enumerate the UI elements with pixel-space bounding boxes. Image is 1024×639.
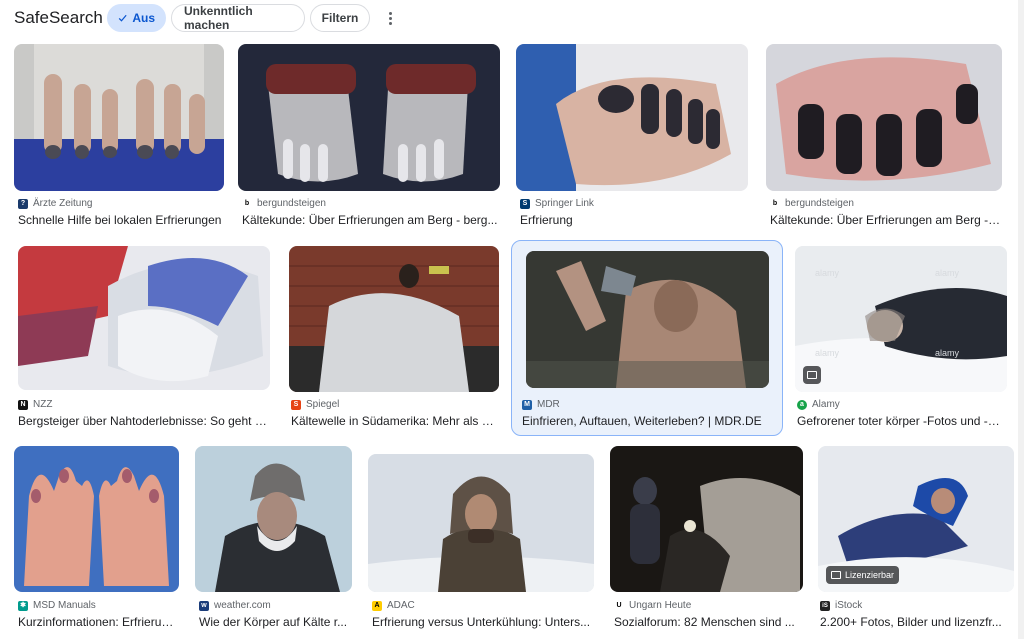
safesearch-title: SafeSearch <box>14 8 103 27</box>
result-thumbnail[interactable] <box>610 446 803 592</box>
image-icon <box>807 371 817 379</box>
image-result[interactable]: A ADAC Erfrierung versus Unterkühlung: U… <box>368 444 598 634</box>
favicon-icon: ? <box>18 198 28 209</box>
favicon-icon: N <box>18 399 28 410</box>
favicon-icon: U <box>614 600 624 611</box>
result-source[interactable]: M MDR <box>522 399 560 410</box>
result-thumbnail[interactable] <box>368 454 594 592</box>
result-title[interactable]: Kältekunde: Über Erfrierungen am Berg - … <box>242 213 498 227</box>
favicon-icon: iS <box>820 600 830 611</box>
favicon-icon: A <box>372 600 382 611</box>
result-thumbnail[interactable] <box>238 44 500 191</box>
result-thumbnail[interactable] <box>18 246 270 390</box>
result-source[interactable]: w weather.com <box>199 600 271 611</box>
svg-text:alamy: alamy <box>935 348 960 358</box>
scrollbar[interactable] <box>1018 0 1024 639</box>
image-result[interactable]: ? Ärzte Zeitung Schnelle Hilfe bei lokal… <box>14 44 228 234</box>
result-thumbnail[interactable] <box>526 251 769 388</box>
result-thumbnail[interactable] <box>516 44 748 191</box>
result-title[interactable]: Kältewelle in Südamerika: Mehr als h... <box>291 414 497 428</box>
favicon-icon: S <box>291 399 301 410</box>
safesearch-off-label: Aus <box>132 11 155 25</box>
favicon-icon: w <box>199 600 209 611</box>
source-name: iStock <box>835 600 863 611</box>
result-thumbnail[interactable] <box>766 44 1002 191</box>
image-result-selected[interactable]: M MDR Einfrieren, Auftauen, Weiterleben?… <box>511 240 783 436</box>
svg-text:alamy: alamy <box>815 348 840 358</box>
image-result[interactable]: alamy alamy alamy alamy a Alamy Gefrorener … <box>793 244 1009 434</box>
result-title[interactable]: Gefrorener toter körper -Fotos und -Bil.… <box>797 414 1005 428</box>
image-result[interactable]: b bergundsteigen Kältekunde: Über Erfrie… <box>238 44 502 234</box>
license-badge-label: Lizenzierbar <box>845 570 895 580</box>
source-name: weather.com <box>214 600 271 611</box>
svg-text:alamy: alamy <box>935 268 960 278</box>
result-source[interactable]: iS iStock <box>820 600 862 611</box>
source-name: Ungarn Heute <box>629 600 692 611</box>
result-title[interactable]: Kältekunde: Über Erfrierungen am Berg - … <box>770 213 1002 227</box>
filter-label: Filtern <box>321 11 359 25</box>
source-name: NZZ <box>33 399 53 410</box>
result-source[interactable]: ✱ MSD Manuals <box>18 600 96 611</box>
result-thumbnail[interactable] <box>14 44 224 191</box>
result-thumbnail[interactable]: Lizenzierbar <box>818 446 1014 592</box>
favicon-icon: a <box>797 399 807 410</box>
result-source[interactable]: S Springer Link <box>520 198 594 209</box>
filter-chip[interactable]: Filtern <box>310 4 370 32</box>
favicon-icon: M <box>522 399 532 410</box>
image-result[interactable]: w weather.com Wie der Körper auf Kälte r… <box>195 444 355 634</box>
source-name: Spiegel <box>306 399 340 410</box>
result-source[interactable]: b bergundsteigen <box>242 198 326 209</box>
result-title[interactable]: Einfrieren, Auftauen, Weiterleben? | MDR… <box>522 414 776 428</box>
source-name: MSD Manuals <box>33 600 96 611</box>
image-result[interactable]: S Spiegel Kältewelle in Südamerika: Mehr… <box>287 244 501 434</box>
image-result[interactable]: N NZZ Bergsteiger über Nahtoderlebnisse:… <box>14 244 274 434</box>
image-result[interactable]: S Springer Link Erfrierung <box>516 44 752 234</box>
favicon-icon: b <box>770 198 780 209</box>
source-name: ADAC <box>387 600 415 611</box>
blur-chip[interactable]: Unkenntlich machen <box>171 4 305 32</box>
image-result[interactable]: b bergundsteigen Kältekunde: Über Erfrie… <box>766 44 1006 234</box>
result-title[interactable]: Erfrierung versus Unterkühlung: Unters..… <box>372 615 594 629</box>
safesearch-off-chip[interactable]: Aus <box>107 4 166 32</box>
source-name: Springer Link <box>535 198 594 209</box>
image-result[interactable]: Lizenzierbar iS iStock 2.200+ Fotos, Bil… <box>816 444 1016 634</box>
source-name: MDR <box>537 399 560 410</box>
result-source[interactable]: S Spiegel <box>291 399 339 410</box>
blur-label: Unkenntlich machen <box>184 4 253 32</box>
result-source[interactable]: U Ungarn Heute <box>614 600 691 611</box>
result-source[interactable]: N NZZ <box>18 399 52 410</box>
result-thumbnail[interactable] <box>289 246 499 392</box>
license-badge: Lizenzierbar <box>826 566 900 584</box>
result-thumbnail[interactable] <box>195 446 352 592</box>
result-source[interactable]: ? Ärzte Zeitung <box>18 198 92 209</box>
source-name: Alamy <box>812 399 840 410</box>
favicon-icon: S <box>520 198 530 209</box>
result-title[interactable]: 2.200+ Fotos, Bilder und lizenzfr... <box>820 615 1010 629</box>
source-name: Ärzte Zeitung <box>33 198 93 209</box>
safesearch-toolbar: SafeSearch Aus Unkenntlich machen Filter… <box>0 0 1024 36</box>
more-options-icon[interactable] <box>380 8 400 28</box>
svg-text:alamy: alamy <box>815 268 840 278</box>
result-source[interactable]: b bergundsteigen <box>770 198 854 209</box>
image-type-badge <box>803 366 821 384</box>
favicon-icon: ✱ <box>18 600 28 611</box>
result-title[interactable]: Bergsteiger über Nahtoderlebnisse: So ge… <box>18 414 270 428</box>
result-title[interactable]: Wie der Körper auf Kälte r... <box>199 615 351 629</box>
favicon-icon: b <box>242 198 252 209</box>
source-name: bergundsteigen <box>257 198 326 209</box>
check-icon <box>118 14 127 22</box>
image-result[interactable]: U Ungarn Heute Sozialforum: 82 Menschen … <box>610 444 806 634</box>
result-title[interactable]: Erfrierung <box>520 213 748 227</box>
source-name: bergundsteigen <box>785 198 854 209</box>
result-thumbnail[interactable] <box>14 446 179 592</box>
result-title[interactable]: Kurzinformationen: Erfrierun... <box>18 615 178 629</box>
result-title[interactable]: Sozialforum: 82 Menschen sind ... <box>614 615 800 629</box>
image-icon <box>831 571 841 579</box>
result-title[interactable]: Schnelle Hilfe bei lokalen Erfrierungen <box>18 213 224 227</box>
result-thumbnail[interactable]: alamy alamy alamy alamy <box>795 246 1007 392</box>
result-source[interactable]: A ADAC <box>372 600 415 611</box>
image-result[interactable]: ✱ MSD Manuals Kurzinformationen: Erfrier… <box>14 444 182 634</box>
result-source[interactable]: a Alamy <box>797 399 840 410</box>
